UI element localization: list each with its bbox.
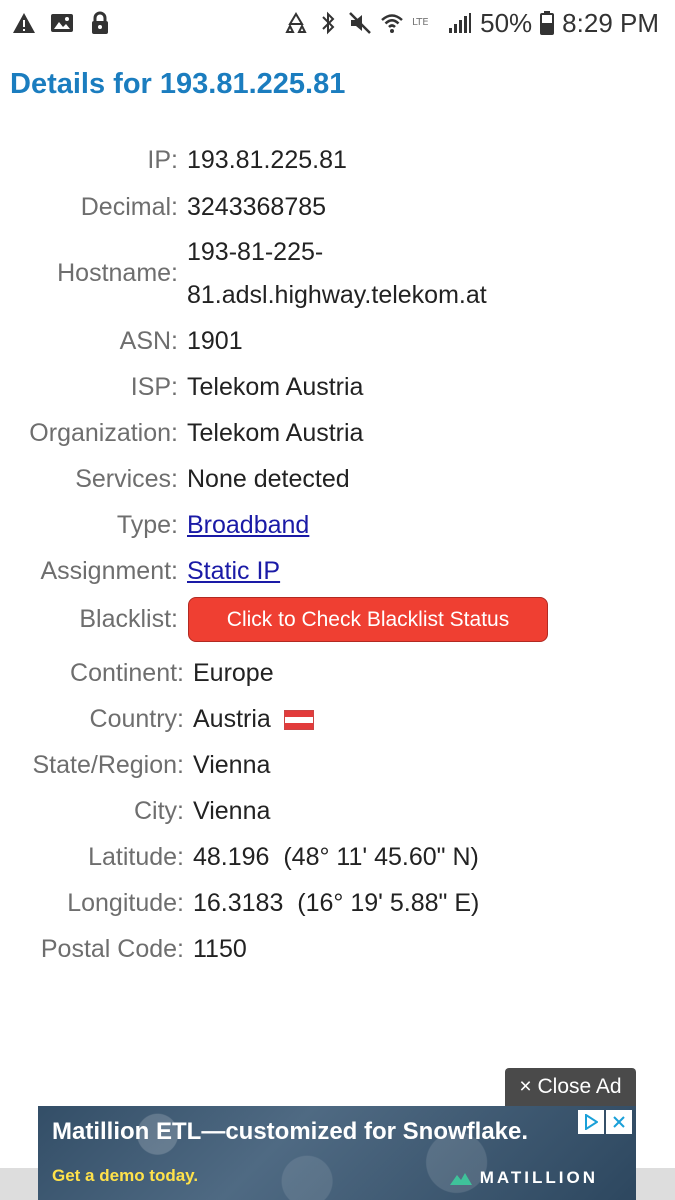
asn-label: ASN: xyxy=(119,327,178,355)
latitude-label: Latitude: xyxy=(88,843,184,871)
mute-icon xyxy=(348,11,372,35)
ad-side-strip-right xyxy=(636,1168,675,1200)
ad-banner[interactable]: Matillion ETL—customized for Snowflake. … xyxy=(38,1106,636,1200)
assignment-link-static-ip[interactable]: Static IP xyxy=(187,557,280,586)
longitude-value: 16.3183 (16° 19' 5.88" E) xyxy=(193,889,480,917)
ad-headline: Matillion ETL—customized for Snowflake. xyxy=(52,1118,529,1145)
ad-info-icon[interactable] xyxy=(578,1110,604,1134)
city-label: City: xyxy=(134,797,184,825)
country-label: Country: xyxy=(89,705,184,733)
blacklist-label: Blacklist: xyxy=(79,605,178,633)
ad-subtext: Get a demo today. xyxy=(52,1166,199,1185)
battery-icon xyxy=(540,11,555,35)
hostname-label: Hostname: xyxy=(57,259,178,287)
organization-value: Telekom Austria xyxy=(187,419,364,447)
isp-label: ISP: xyxy=(130,373,178,401)
continent-label: Continent: xyxy=(70,659,184,687)
close-ad-button[interactable]: × Close Ad xyxy=(505,1068,636,1106)
postal-code-label: Postal Code: xyxy=(40,935,184,963)
decimal-value: 3243368785 xyxy=(187,193,327,221)
latitude-value: 48.196 (48° 11' 45.60" N) xyxy=(193,843,479,871)
decimal-label: Decimal: xyxy=(80,193,178,221)
state-region-value: Vienna xyxy=(193,751,271,779)
hostname-value-line1: 193-81-225- xyxy=(187,238,324,266)
asn-value: 1901 xyxy=(187,327,243,355)
warning-icon xyxy=(12,11,36,35)
image-icon xyxy=(50,11,74,35)
ip-label: IP: xyxy=(147,146,178,174)
svg-text:LTE: LTE xyxy=(412,17,429,28)
country-value: Austria xyxy=(193,705,271,733)
ad-side-strip-left xyxy=(0,1168,38,1200)
country-value-wrap: Austria xyxy=(193,705,314,734)
organization-label: Organization: xyxy=(29,419,178,447)
city-value: Vienna xyxy=(193,797,271,825)
bluetooth-icon xyxy=(316,11,340,35)
type-link-broadband[interactable]: Broadband xyxy=(187,511,309,540)
status-bar: LTE 50% 8:29 PM xyxy=(0,0,675,46)
lte-icon: LTE xyxy=(412,11,440,35)
postal-code-value: 1150 xyxy=(193,935,247,963)
ip-value: 193.81.225.81 xyxy=(187,146,347,174)
wifi-icon xyxy=(380,11,404,35)
state-region-label: State/Region: xyxy=(32,751,185,779)
matillion-logo-icon xyxy=(449,1173,472,1185)
page-title: Details for 193.81.225.81 xyxy=(10,68,346,100)
ad-close-x-icon[interactable] xyxy=(606,1110,632,1134)
check-blacklist-button[interactable]: Click to Check Blacklist Status xyxy=(188,597,548,642)
hostname-value-line2: 81.adsl.highway.telekom.at xyxy=(187,281,487,309)
signal-icon xyxy=(448,11,472,35)
status-bar-right: LTE 50% 8:29 PM xyxy=(284,8,675,39)
austria-flag-icon xyxy=(283,710,314,731)
ad-choices xyxy=(578,1110,632,1134)
type-label: Type: xyxy=(116,511,178,539)
status-bar-left xyxy=(0,11,112,35)
ad-brand-name: MATILLION xyxy=(479,1168,598,1187)
clock: 8:29 PM xyxy=(562,7,659,38)
services-value: None detected xyxy=(187,465,350,493)
isp-value: Telekom Austria xyxy=(187,373,364,401)
recycle-icon xyxy=(284,11,308,35)
lock-icon xyxy=(88,11,112,35)
services-label: Services: xyxy=(75,465,178,493)
ad-brand: MATILLION xyxy=(449,1168,598,1188)
longitude-label: Longitude: xyxy=(67,889,184,917)
continent-value: Europe xyxy=(193,659,274,687)
assignment-label: Assignment: xyxy=(40,557,178,585)
battery-percent: 50% xyxy=(480,7,533,38)
